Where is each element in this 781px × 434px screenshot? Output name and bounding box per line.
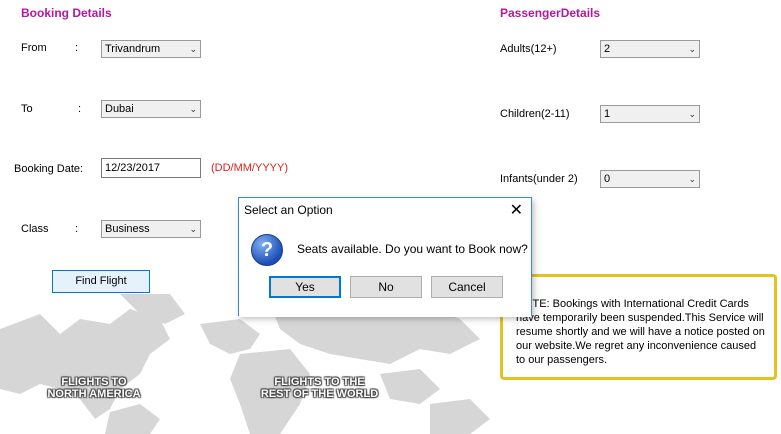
children-select-value: 1 bbox=[604, 108, 611, 120]
map-label-rest-of-world[interactable]: FLIGHTS TO THE REST OF THE WORLD bbox=[252, 376, 387, 400]
class-select-value: Business bbox=[105, 223, 150, 235]
passenger-details-title: PassengerDetails bbox=[500, 6, 601, 20]
adults-select[interactable]: 2 ⌄ bbox=[600, 40, 700, 58]
chevron-down-icon: ⌄ bbox=[688, 44, 696, 54]
close-icon[interactable]: ✕ bbox=[510, 200, 523, 220]
class-label: Class bbox=[21, 223, 49, 235]
to-colon: : bbox=[78, 103, 82, 115]
chevron-down-icon: ⌄ bbox=[189, 224, 197, 234]
dialog-body: ? Seats available. Do you want to Book n… bbox=[239, 222, 531, 317]
children-select[interactable]: 1 ⌄ bbox=[600, 105, 700, 123]
booking-date-label: Booking Date: bbox=[14, 163, 84, 175]
notice-box: NOTE: Bookings with International Credit… bbox=[500, 274, 777, 380]
from-select-value: Trivandrum bbox=[105, 43, 161, 55]
to-select-value: Dubai bbox=[105, 103, 134, 115]
class-colon: : bbox=[75, 223, 79, 235]
to-label: To bbox=[21, 103, 33, 115]
chevron-down-icon: ⌄ bbox=[688, 174, 696, 184]
notice-text: NOTE: Bookings with International Credit… bbox=[516, 298, 765, 366]
dialog-titlebar: Select an Option ✕ bbox=[239, 198, 531, 222]
chevron-down-icon: ⌄ bbox=[688, 109, 696, 119]
map-label-rest-of-world-line2: REST OF THE WORLD bbox=[260, 388, 379, 400]
yes-button[interactable]: Yes bbox=[269, 276, 341, 298]
map-label-rest-of-world-line1: FLIGHTS TO THE bbox=[274, 376, 365, 388]
chevron-down-icon: ⌄ bbox=[189, 104, 197, 114]
question-icon: ? bbox=[251, 234, 283, 266]
from-colon: : bbox=[75, 42, 79, 54]
find-flight-button[interactable]: Find Flight bbox=[52, 270, 150, 293]
confirm-dialog: Select an Option ✕ ? Seats available. Do… bbox=[238, 197, 532, 317]
infants-select-value: 0 bbox=[604, 173, 611, 185]
chevron-down-icon: ⌄ bbox=[189, 44, 197, 54]
infants-label: Infants(under 2) bbox=[500, 173, 578, 185]
dialog-title: Select an Option bbox=[244, 203, 333, 217]
map-label-north-america-line2: NORTH AMERICA bbox=[47, 388, 141, 400]
date-format-hint: (DD/MM/YYYY) bbox=[211, 162, 288, 174]
map-label-north-america-line1: FLIGHTS TO bbox=[61, 376, 127, 388]
infants-select[interactable]: 0 ⌄ bbox=[600, 170, 700, 188]
children-label: Children(2-11) bbox=[500, 108, 570, 120]
adults-select-value: 2 bbox=[604, 43, 611, 55]
cancel-button[interactable]: Cancel bbox=[431, 276, 503, 298]
from-select[interactable]: Trivandrum ⌄ bbox=[101, 40, 201, 58]
to-select[interactable]: Dubai ⌄ bbox=[101, 100, 201, 118]
adults-label: Adults(12+) bbox=[500, 43, 557, 55]
dialog-message: Seats available. Do you want to Book now… bbox=[297, 242, 528, 256]
booking-details-title: Booking Details bbox=[21, 6, 112, 20]
no-button[interactable]: No bbox=[350, 276, 422, 298]
booking-date-input[interactable]: 12/23/2017 bbox=[101, 158, 201, 178]
class-select[interactable]: Business ⌄ bbox=[101, 220, 201, 238]
map-label-north-america[interactable]: FLIGHTS TO NORTH AMERICA bbox=[44, 376, 144, 400]
from-label: From bbox=[21, 42, 47, 54]
